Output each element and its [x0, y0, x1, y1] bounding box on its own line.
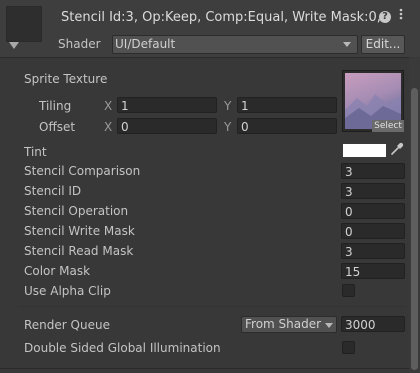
- offset-x-field[interactable]: 0: [117, 118, 217, 134]
- offset-label: Offset: [39, 120, 76, 134]
- use-alpha-clip-checkbox[interactable]: [342, 284, 355, 297]
- help-icon[interactable]: ?: [379, 11, 391, 23]
- sprite-texture-label: Sprite Texture: [24, 72, 108, 86]
- render-queue-mode: From Shader: [245, 317, 322, 331]
- header-divider: [0, 57, 409, 58]
- render-queue-label: Render Queue: [24, 318, 110, 332]
- context-menu-icon[interactable]: [398, 8, 404, 20]
- material-title: Stencil Id:3, Op:Keep, Comp:Equal, Write…: [61, 10, 381, 25]
- offset-y-label: Y: [224, 120, 232, 134]
- stencil-id-label: Stencil ID: [24, 184, 82, 198]
- stencil-id-field[interactable]: 3: [341, 183, 405, 199]
- shader-value: UI/Default: [115, 37, 176, 51]
- eyedropper-icon[interactable]: [390, 142, 404, 156]
- material-preview-icon: [6, 6, 42, 42]
- kebab-dots-icon: [399, 8, 403, 20]
- stencil-read-mask-field[interactable]: 3: [341, 243, 405, 259]
- color-mask-label: Color Mask: [24, 264, 91, 278]
- double-sided-gi-label: Double Sided Global Illumination: [24, 341, 221, 355]
- bottom-divider: [0, 368, 409, 369]
- tint-label: Tint: [24, 145, 47, 159]
- stencil-operation-label: Stencil Operation: [24, 204, 129, 218]
- tint-color-field[interactable]: [342, 143, 387, 158]
- foldout-arrow-icon[interactable]: [9, 42, 19, 49]
- stencil-write-mask-label: Stencil Write Mask: [24, 224, 135, 238]
- use-alpha-clip-label: Use Alpha Clip: [24, 284, 111, 298]
- tiling-label: Tiling: [39, 99, 72, 113]
- offset-y-field[interactable]: 0: [237, 118, 337, 134]
- section-divider: [18, 306, 406, 307]
- stencil-read-mask-label: Stencil Read Mask: [24, 244, 134, 258]
- shader-label: Shader: [58, 37, 101, 51]
- tiling-y-label: Y: [224, 99, 232, 113]
- edit-shader-button[interactable]: Edit...: [361, 35, 405, 54]
- chevron-down-icon: [343, 42, 351, 47]
- stencil-operation-field[interactable]: 0: [341, 203, 405, 219]
- tiling-x-label: X: [104, 99, 113, 113]
- tiling-x-field[interactable]: 1: [117, 97, 217, 113]
- texture-select-button[interactable]: Select: [372, 120, 404, 132]
- scrollbar-thumb[interactable]: [411, 88, 418, 370]
- offset-x-label: X: [104, 120, 113, 134]
- stencil-write-mask-field[interactable]: 0: [341, 223, 405, 239]
- color-mask-field[interactable]: 15: [341, 263, 405, 279]
- double-sided-gi-checkbox[interactable]: [342, 341, 355, 354]
- render-queue-field[interactable]: 3000: [341, 316, 405, 332]
- stencil-comparison-label: Stencil Comparison: [24, 164, 141, 178]
- tiling-y-field[interactable]: 1: [237, 97, 337, 113]
- stencil-comparison-field[interactable]: 3: [341, 163, 405, 179]
- chevron-down-icon: [325, 323, 333, 328]
